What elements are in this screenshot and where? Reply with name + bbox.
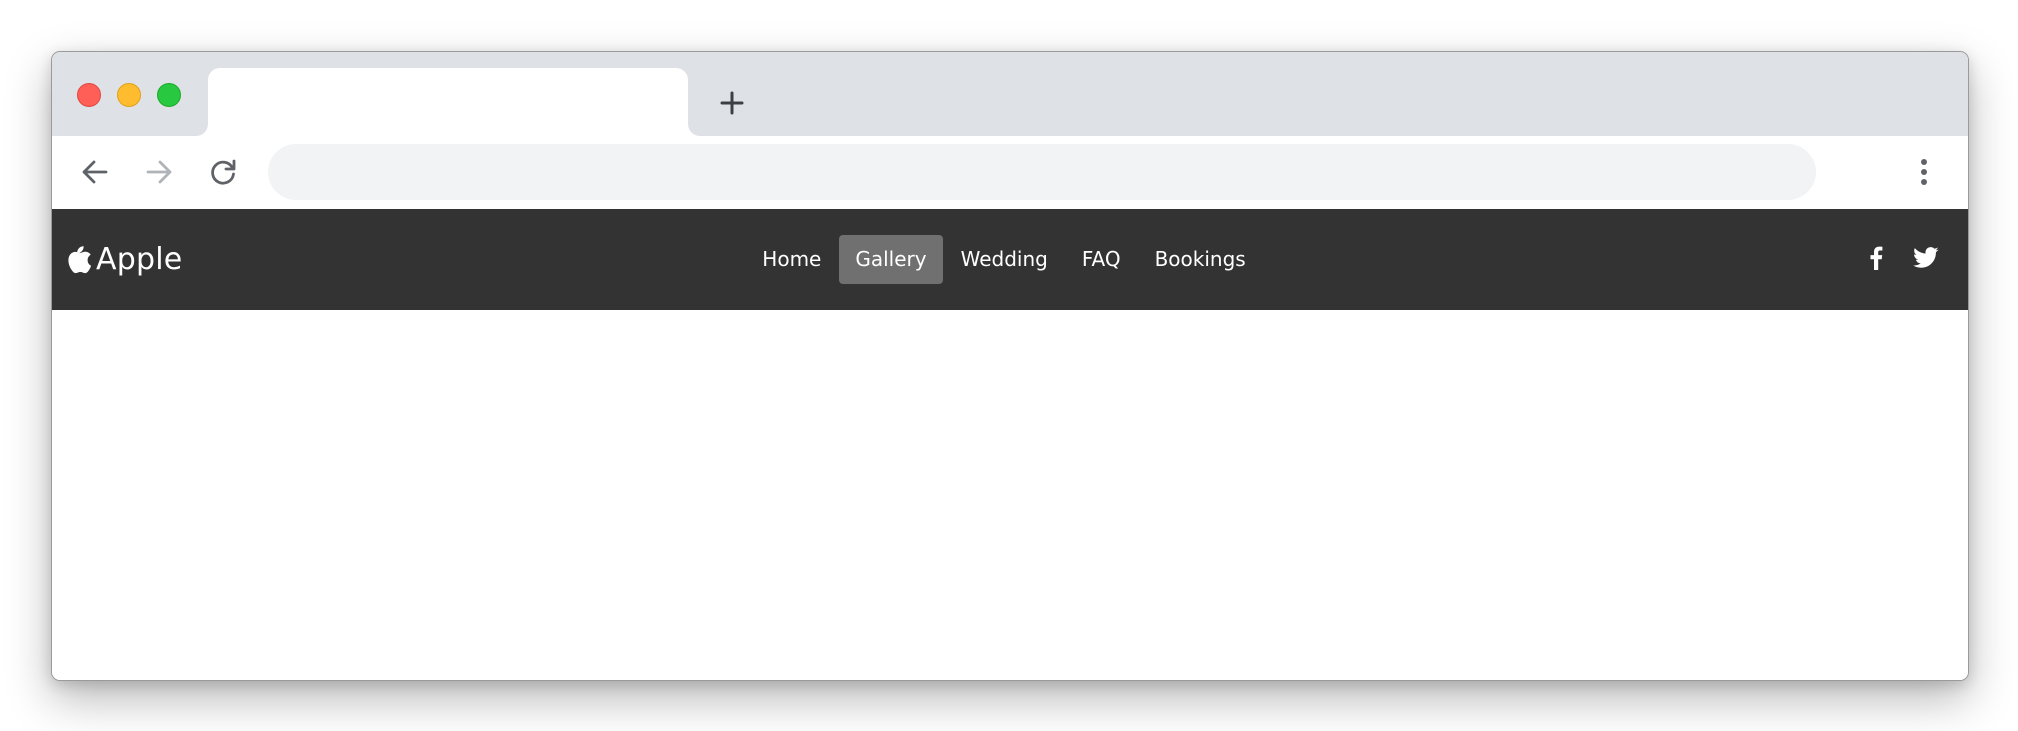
brand-name: Apple [96,241,183,277]
maximize-window-button[interactable] [157,83,181,107]
facebook-link[interactable] [1858,240,1894,276]
twitter-link[interactable] [1908,240,1944,276]
new-tab-button[interactable] [715,86,749,120]
address-bar[interactable] [268,144,1816,200]
page-content [52,310,1968,680]
browser-toolbar [52,136,1968,209]
plus-icon [720,91,744,115]
nav-home[interactable]: Home [746,235,837,284]
page: Apple Home Gallery Wedding FAQ Bookings [0,0,2018,731]
nav-gallery[interactable]: Gallery [839,235,943,284]
tab-strip [52,52,1968,136]
brand-link[interactable]: Apple [66,239,182,279]
nav-bookings[interactable]: Bookings [1139,235,1262,284]
more-vertical-icon [1921,159,1927,185]
arrow-right-icon [146,160,172,184]
forward-button[interactable] [141,154,177,190]
arrow-left-icon [82,160,108,184]
browser-window: Apple Home Gallery Wedding FAQ Bookings [51,51,1969,681]
main-nav-list: Home Gallery Wedding FAQ Bookings [746,235,1261,284]
browser-menu-button[interactable] [1906,154,1942,190]
reload-icon [211,159,236,185]
close-window-button[interactable] [77,83,101,107]
main-nav: Home Gallery Wedding FAQ Bookings [52,209,1968,310]
twitter-icon [1913,247,1939,268]
back-button[interactable] [77,154,113,190]
apple-logo-icon [68,246,92,274]
nav-wedding[interactable]: Wedding [945,235,1064,284]
active-tab[interactable] [208,68,688,136]
facebook-icon [1870,246,1883,270]
reload-button[interactable] [205,154,241,190]
site-navbar: Apple Home Gallery Wedding FAQ Bookings [52,209,1968,310]
nav-faq[interactable]: FAQ [1066,235,1137,284]
minimize-window-button[interactable] [117,83,141,107]
